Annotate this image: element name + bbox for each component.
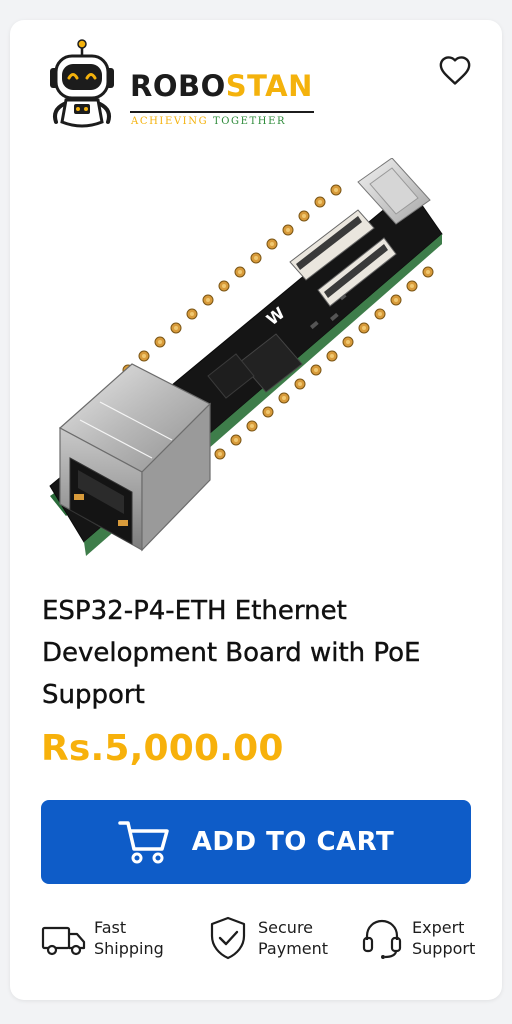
tagline-part1: ACHIEVING (131, 116, 213, 127)
brand-tagline: ACHIEVING TOGETHER (131, 116, 286, 128)
feature-label: Expert Support (412, 917, 475, 959)
feature-label: Fast Shipping (94, 917, 164, 959)
feature-line2: Support (412, 939, 476, 958)
features-row: Fast Shipping Secure Payment Expert Supp… (40, 908, 490, 968)
feature-label: Secure Payment (258, 917, 328, 959)
brand-name: ROBOSTAN (130, 72, 313, 101)
heart-outline-icon (439, 56, 471, 85)
wishlist-button[interactable] (434, 50, 476, 90)
product-image[interactable]: W (40, 158, 470, 578)
brand-name-part2: STAN (225, 69, 313, 103)
add-to-cart-button[interactable]: ADD TO CART (41, 800, 471, 884)
tagline-part2: TOGETHER (212, 116, 287, 127)
product-title: ESP32-P4-ETH Ethernet Development Board … (42, 596, 421, 710)
robot-mascot-icon (50, 39, 114, 128)
feature-line2: Payment (258, 939, 329, 958)
brand-logo[interactable]: ROBOSTAN ACHIEVING TOGETHER (44, 38, 344, 138)
brand-divider (130, 111, 314, 113)
product-price: Rs.5,000.00 (41, 728, 284, 769)
shield-check-icon (210, 916, 246, 960)
feature-line1: Secure (258, 918, 314, 937)
feature-line2: Shipping (94, 939, 164, 958)
add-to-cart-label: ADD TO CART (191, 827, 395, 857)
feature-fast-shipping: Fast Shipping (40, 908, 164, 968)
headset-icon (362, 919, 402, 959)
feature-secure-payment: Secure Payment (204, 908, 328, 968)
feature-line1: Expert (412, 918, 465, 937)
product-card: ROBOSTAN ACHIEVING TOGETHER W ESP32-P4-E… (10, 20, 502, 1000)
shopping-cart-icon (117, 821, 169, 864)
feature-line1: Fast (94, 918, 127, 937)
truck-icon (41, 926, 86, 956)
feature-expert-support: Expert Support (358, 908, 475, 968)
brand-name-part1: ROBO (130, 69, 226, 103)
